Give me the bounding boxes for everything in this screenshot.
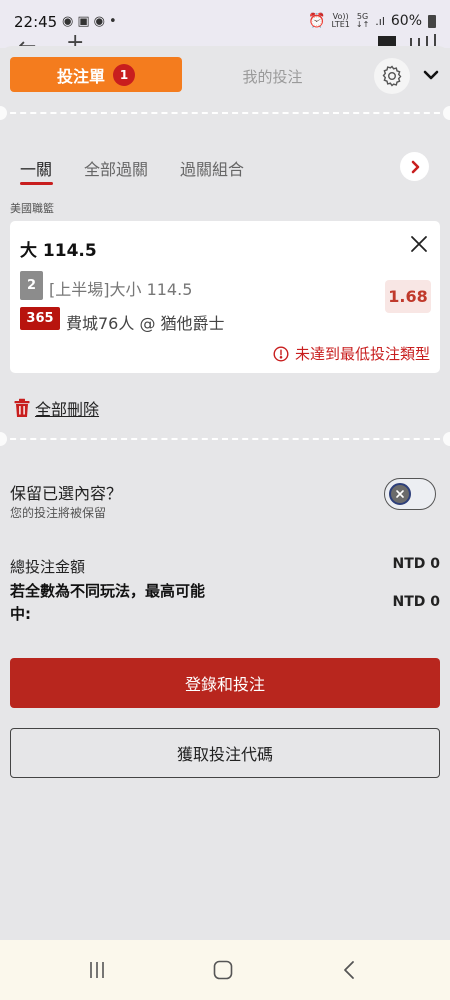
keep-selections-subtitle: 您的投注將被保留 [10, 506, 107, 520]
tab-my-bets[interactable]: 我的投注 [200, 66, 345, 87]
selection-name: 大 114.5 [20, 241, 97, 261]
home-button[interactable] [208, 958, 238, 982]
max-win-label: 若全數為不同玩法，最高可能中: [10, 582, 206, 623]
home-icon [213, 960, 233, 980]
back-chevron-icon [344, 961, 354, 979]
trash-icon [14, 398, 30, 417]
tabs-next-button[interactable] [400, 152, 429, 181]
separator [0, 438, 450, 440]
login-and-bet-button[interactable]: 登錄和投注 [10, 658, 440, 708]
min-bet-warning: 未達到最低投注類型 [273, 343, 430, 364]
max-win-value: NTD 0 [392, 594, 440, 610]
bet-type-tabs: 一關 全部過關 過關組合 [0, 156, 450, 186]
delete-all-button[interactable]: 全部刪除 [13, 396, 99, 420]
battery-level: 60% [390, 13, 422, 29]
gear-icon [382, 65, 402, 87]
status-time: 22:45 [14, 13, 58, 31]
alert-circle-icon [273, 345, 289, 362]
5g-icon: 5G ↓↑ [356, 13, 369, 29]
recents-icon [90, 962, 104, 978]
status-bar: 22:45 ◉▣◉• ⏰ Vo)) LTE1 5G ↓↑ .ıl 60% ← + [0, 0, 450, 59]
5g-bottom: ↓↑ [355, 20, 370, 29]
chrome-icon: ◉ [93, 14, 109, 29]
tab-single[interactable]: 一關 [20, 156, 52, 180]
x-icon [396, 490, 404, 498]
keep-selections-title: 保留已選內容？ [10, 484, 123, 503]
match-name: 費城76人 @ 猶他爵士 [66, 314, 225, 333]
separator-notch-right [443, 432, 450, 446]
total-stake-value: NTD 0 [392, 556, 440, 572]
tab-parlay-combo[interactable]: 過關組合 [180, 156, 244, 180]
separator-notch-right [443, 106, 450, 120]
tab-betslip-label: 投注單 [56, 66, 105, 86]
tab-all-parlay[interactable]: 全部過關 [84, 156, 148, 180]
notification-icons: ◉▣◉• [62, 14, 121, 29]
gallery-icon: ▣ [77, 14, 94, 29]
system-nav-bar [0, 940, 450, 1000]
league-name: 美國職籃 [10, 202, 54, 215]
market-name: [上半場]大小 114.5 [49, 280, 193, 299]
period-badge: 2 [20, 271, 43, 300]
selection-card: 大 114.5 2 [上半場]大小 114.5 1.68 365 費城76人 @… [10, 221, 440, 373]
tab-betslip[interactable]: 投注單 1 [10, 57, 182, 92]
signal-icon: .ıl [375, 14, 385, 28]
toggle-knob [389, 483, 411, 505]
chevron-down-icon[interactable] [420, 64, 442, 86]
separator-notch-left [0, 106, 7, 120]
odds-value: 1.68 [385, 280, 431, 313]
status-right-icons: ⏰ Vo)) LTE1 5G ↓↑ .ıl 60% [308, 13, 436, 29]
chrome-icon: ◉ [62, 14, 78, 29]
dot-icon: • [108, 14, 121, 29]
recents-button[interactable] [82, 958, 112, 982]
active-tab-indicator [20, 182, 53, 185]
total-stake-label: 總投注金額 [10, 558, 86, 576]
settings-button[interactable] [374, 58, 410, 94]
betslip-sheet: 投注單 1 我的投注 一關 全部過關 過關組合 美國職籃 大 114.5 2 [… [0, 46, 450, 940]
betslip-count-badge: 1 [113, 63, 135, 86]
alarm-icon: ⏰ [308, 13, 326, 29]
separator [0, 112, 450, 114]
back-button[interactable] [334, 958, 364, 982]
separator-notch-left [0, 432, 7, 446]
volte-icon: Vo)) LTE1 [331, 13, 349, 29]
keep-selections-toggle[interactable] [384, 478, 436, 510]
battery-icon [428, 14, 436, 28]
warning-text: 未達到最低投注類型 [294, 345, 430, 363]
close-icon[interactable] [408, 233, 430, 255]
delete-all-label: 全部刪除 [35, 400, 100, 419]
chevron-right-icon [411, 160, 419, 173]
get-bet-code-button[interactable]: 獲取投注代碼 [10, 728, 440, 778]
provider-badge: 365 [20, 307, 60, 330]
volte-bottom: LTE1 [331, 20, 350, 29]
